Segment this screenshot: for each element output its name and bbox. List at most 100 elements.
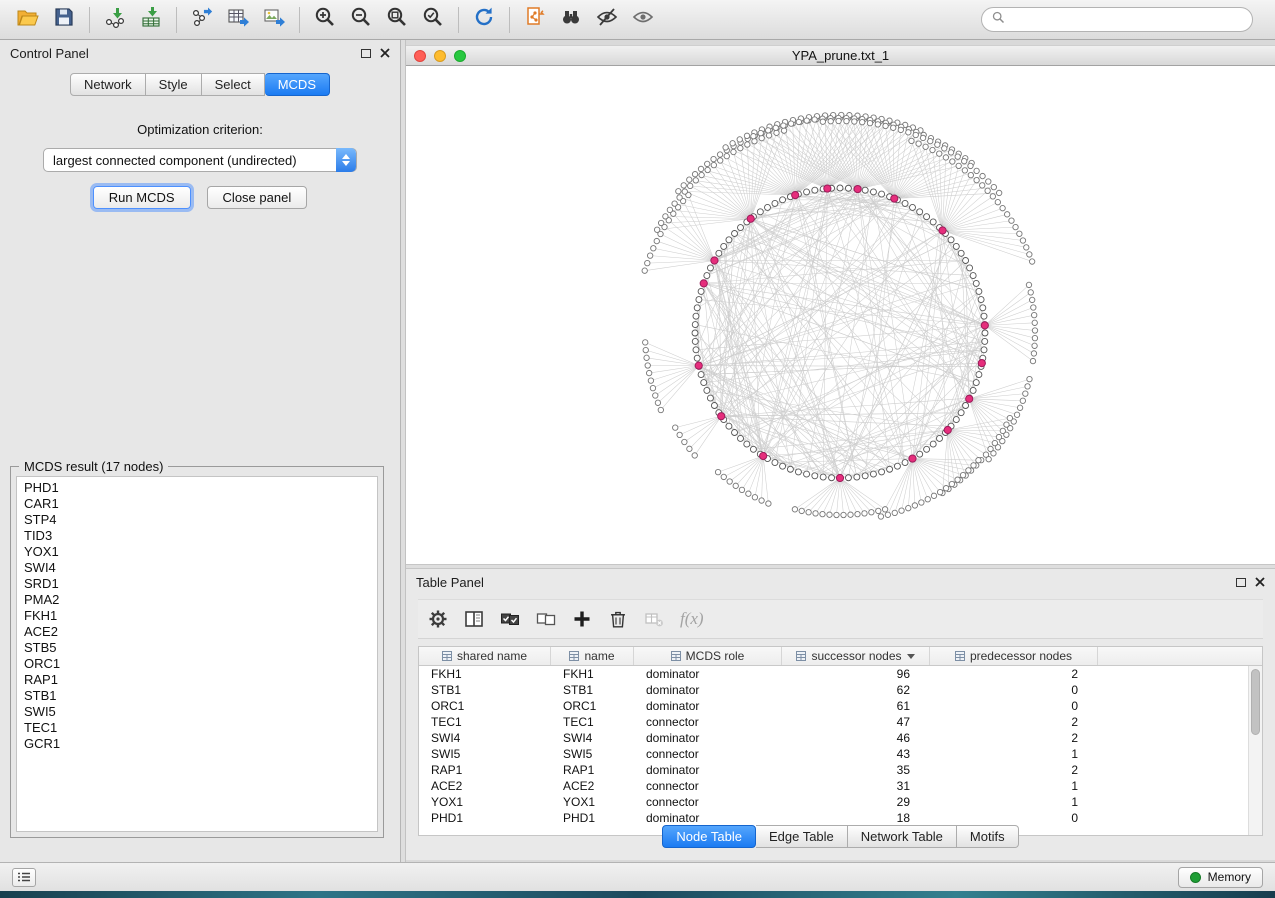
- table-cell: connector: [634, 779, 782, 793]
- close-table-panel-icon[interactable]: [1255, 577, 1265, 587]
- result-node-item[interactable]: ORC1: [17, 656, 377, 672]
- export-image-button[interactable]: [256, 5, 292, 35]
- export-table-button[interactable]: [220, 5, 256, 35]
- zoom-fit-button[interactable]: [379, 5, 415, 35]
- scrollbar-thumb[interactable]: [1251, 669, 1260, 735]
- table-cell: RAP1: [551, 763, 634, 777]
- search-input[interactable]: [1011, 12, 1242, 28]
- zoom-out-button[interactable]: [343, 5, 379, 35]
- memory-label: Memory: [1208, 870, 1251, 884]
- table-panel-title: Table Panel: [416, 575, 484, 590]
- table-settings-button[interactable]: [428, 609, 448, 629]
- delete-column-button[interactable]: [608, 609, 628, 629]
- result-node-item[interactable]: FKH1: [17, 608, 377, 624]
- tab-edge-table[interactable]: Edge Table: [756, 825, 848, 848]
- table-header-row: shared name name MCDS rolesuccessor nodes p…: [419, 647, 1262, 666]
- import-table-button[interactable]: [133, 5, 169, 35]
- mcds-result-list[interactable]: PHD1CAR1STP4TID3YOX1SWI4SRD1PMA2FKH1ACE2…: [16, 476, 378, 832]
- tab-style[interactable]: Style: [146, 73, 202, 96]
- result-node-item[interactable]: GCR1: [17, 736, 377, 752]
- column-header-successor-nodes[interactable]: successor nodes: [782, 647, 930, 665]
- network-view[interactable]: [406, 66, 1275, 564]
- toolbar-separator: [458, 7, 459, 33]
- result-node-item[interactable]: YOX1: [17, 544, 377, 560]
- close-panel-button[interactable]: Close panel: [207, 186, 308, 209]
- result-node-item[interactable]: RAP1: [17, 672, 377, 688]
- create-column-button[interactable]: [572, 609, 592, 629]
- deselect-all-columns-button[interactable]: [536, 609, 556, 629]
- table-cell: dominator: [634, 683, 782, 697]
- network-window-titlebar[interactable]: YPA_prune.txt_1: [406, 45, 1275, 66]
- search-box[interactable]: [981, 7, 1253, 32]
- tab-network-table[interactable]: Network Table: [848, 825, 957, 848]
- network-graph[interactable]: [406, 66, 1275, 564]
- float-table-panel-icon[interactable]: [1236, 578, 1246, 587]
- result-node-item[interactable]: PMA2: [17, 592, 377, 608]
- result-node-item[interactable]: SWI5: [17, 704, 377, 720]
- tab-node-table[interactable]: Node Table: [662, 825, 756, 848]
- column-header-label: name: [584, 649, 614, 663]
- status-menu-button[interactable]: [12, 868, 36, 887]
- refresh-layout-button[interactable]: [466, 5, 502, 35]
- table-row[interactable]: ORC1ORC1dominator610: [419, 698, 1262, 714]
- import-network-button[interactable]: [97, 5, 133, 35]
- main-area: Control Panel NetworkStyleSelectMCDS Opt…: [0, 40, 1275, 862]
- function-builder-button[interactable]: f(x): [680, 609, 704, 629]
- table-scrollbar[interactable]: [1248, 666, 1262, 835]
- column-header-name[interactable]: name: [551, 647, 634, 665]
- optimization-criterion-dropdown[interactable]: largest connected component (undirected): [43, 148, 357, 172]
- result-node-item[interactable]: STB1: [17, 688, 377, 704]
- close-panel-icon[interactable]: [380, 48, 390, 58]
- result-node-item[interactable]: STB5: [17, 640, 377, 656]
- tab-motifs[interactable]: Motifs: [957, 825, 1019, 848]
- table-row[interactable]: ACE2ACE2connector311: [419, 778, 1262, 794]
- share-document-button[interactable]: [517, 5, 553, 35]
- column-header-label: predecessor nodes: [970, 649, 1072, 663]
- result-node-item[interactable]: PHD1: [17, 480, 377, 496]
- table-row[interactable]: RAP1RAP1dominator352: [419, 762, 1262, 778]
- table-cell: 1: [930, 779, 1098, 793]
- result-node-item[interactable]: CAR1: [17, 496, 377, 512]
- run-mcds-button[interactable]: Run MCDS: [93, 186, 191, 209]
- show-column-button[interactable]: [464, 609, 484, 629]
- table-row[interactable]: SWI4SWI4dominator462: [419, 730, 1262, 746]
- table-row[interactable]: PHD1PHD1dominator180: [419, 810, 1262, 826]
- column-header-shared-name[interactable]: shared name: [419, 647, 551, 665]
- tab-mcds[interactable]: MCDS: [265, 73, 330, 96]
- column-header-MCDS-role[interactable]: MCDS role: [634, 647, 782, 665]
- float-panel-icon[interactable]: [361, 49, 371, 58]
- search-network-button[interactable]: [553, 5, 589, 35]
- open-session-button[interactable]: [10, 5, 46, 35]
- export-image-icon: [262, 5, 286, 34]
- result-node-item[interactable]: SRD1: [17, 576, 377, 592]
- result-node-item[interactable]: ACE2: [17, 624, 377, 640]
- table-row[interactable]: SWI5SWI5connector431: [419, 746, 1262, 762]
- table-row[interactable]: STB1STB1dominator620: [419, 682, 1262, 698]
- table-row[interactable]: FKH1FKH1dominator962: [419, 666, 1262, 682]
- table-attribute-icon: [442, 651, 452, 661]
- save-session-button[interactable]: [46, 5, 82, 35]
- table-cell: 62: [782, 683, 930, 697]
- table-row[interactable]: TEC1TEC1connector472: [419, 714, 1262, 730]
- table-cell: 61: [782, 699, 930, 713]
- export-network-button[interactable]: [184, 5, 220, 35]
- save-floppy-icon: [52, 5, 76, 34]
- result-node-item[interactable]: STP4: [17, 512, 377, 528]
- show-all-button[interactable]: [625, 5, 661, 35]
- table-cell: SWI5: [551, 747, 634, 761]
- table-row[interactable]: YOX1YOX1connector291: [419, 794, 1262, 810]
- zoom-selected-button[interactable]: [415, 5, 451, 35]
- result-node-item[interactable]: TEC1: [17, 720, 377, 736]
- memory-button[interactable]: Memory: [1178, 867, 1263, 888]
- column-header-predecessor-nodes[interactable]: predecessor nodes: [930, 647, 1098, 665]
- tab-select[interactable]: Select: [202, 73, 265, 96]
- table-cell: ACE2: [419, 779, 551, 793]
- hide-selected-button[interactable]: [589, 5, 625, 35]
- zoom-in-button[interactable]: [307, 5, 343, 35]
- table-cell: 1: [930, 795, 1098, 809]
- result-node-item[interactable]: SWI4: [17, 560, 377, 576]
- select-all-columns-button[interactable]: [500, 609, 520, 629]
- table-cell: dominator: [634, 731, 782, 745]
- result-node-item[interactable]: TID3: [17, 528, 377, 544]
- tab-network[interactable]: Network: [70, 73, 146, 96]
